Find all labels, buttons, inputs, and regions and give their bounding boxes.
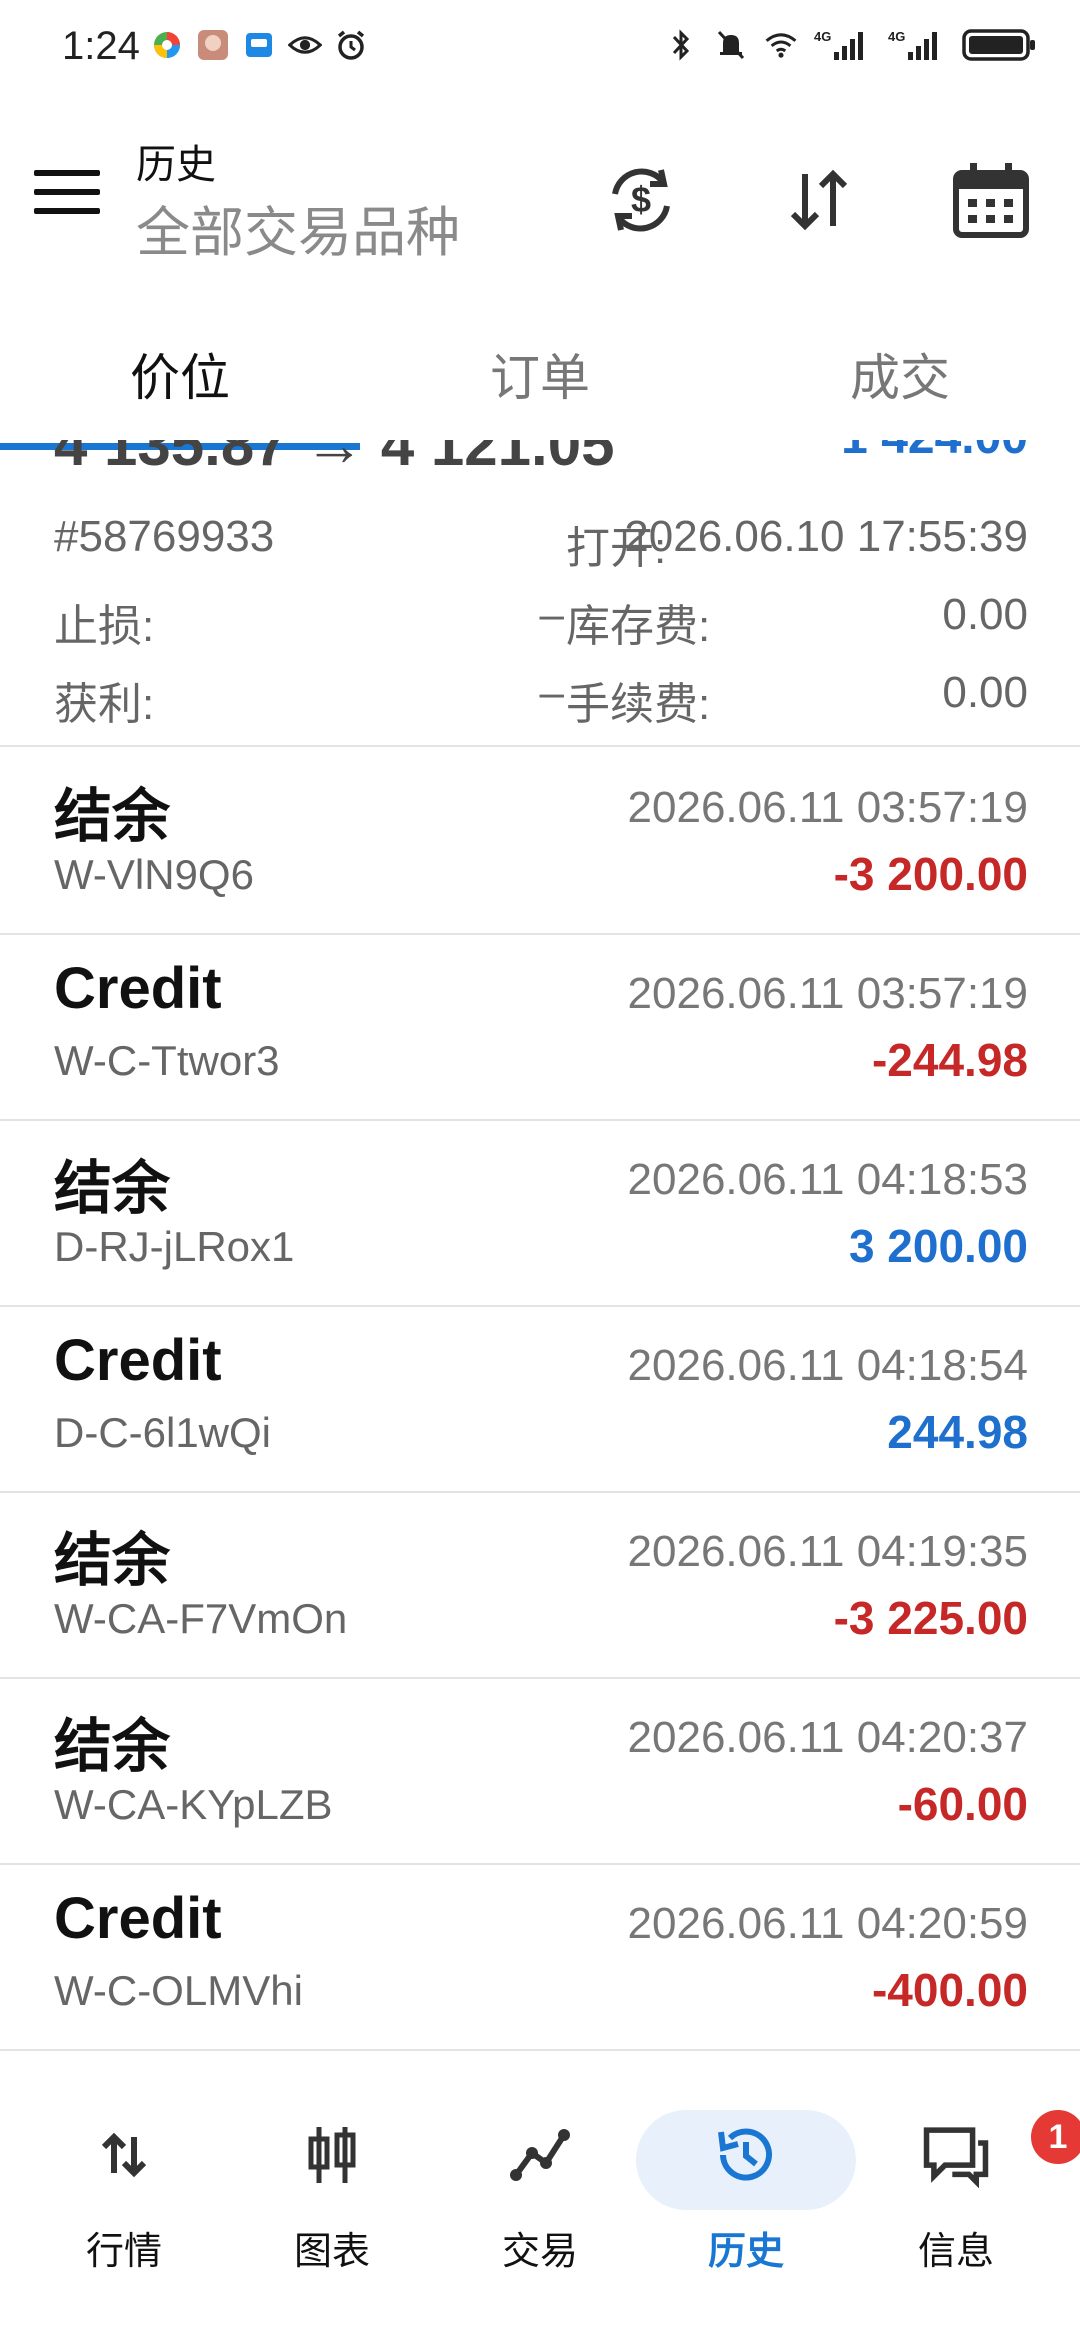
symbol-filter[interactable]: 全部交易品种 (136, 188, 460, 267)
tab-orders[interactable]: 订单 (360, 338, 720, 410)
eye-icon (288, 28, 322, 62)
menu-icon[interactable] (34, 170, 100, 230)
page-title: 历史 (136, 143, 216, 187)
nav-trade[interactable]: 交易 (450, 2120, 630, 2275)
signal-4g-icon: 4G (888, 28, 946, 62)
entry-id: W-C-Ttwor3 (54, 1037, 280, 1084)
app-avatar-icon (196, 28, 230, 62)
entry-amount: -400.00 (871, 1964, 1028, 2016)
entry-prices: 4 135.87 → 4 121.05 (54, 440, 615, 478)
commission-label: 手续费: (566, 680, 711, 729)
app-badge-icon (242, 28, 276, 62)
entry-id: W-CA-KYpLZB (54, 1781, 333, 1828)
entry-amount: -3 200.00 (833, 848, 1028, 900)
commission-value: 0.00 (942, 668, 1028, 717)
entry-id: W-CA-F7VmOn (54, 1595, 348, 1642)
take-profit-row: 获利: – 手续费: 0.00 (54, 668, 1028, 729)
entry-id: W-VlN9Q6 (54, 851, 254, 898)
nav-history[interactable]: 历史 (636, 2110, 856, 2275)
swap-label: 库存费: (566, 602, 711, 651)
trade-line-icon (505, 2120, 575, 2190)
entry-time: 2026.06.11 04:18:53 (627, 1155, 1028, 1204)
take-profit-label: 获利: (54, 680, 155, 729)
entry-time: 2026.06.11 04:20:37 (627, 1713, 1028, 1762)
list-item[interactable]: 结余 W-VlN9Q6 2026.06.11 03:57:19 -3 200.00 (0, 747, 1080, 935)
toolbar: 历史 全部交易品种 $ (0, 110, 1080, 280)
status-left-icons (150, 28, 368, 62)
entry-amount: -60.00 (897, 1778, 1028, 1830)
entry-id: W-C-OLMVhi (54, 1967, 303, 2014)
entry-time: 2026.06.11 04:20:59 (627, 1899, 1028, 1948)
wifi-icon (764, 28, 798, 62)
list-item[interactable]: 结余 W-CA-KYpLZB 2026.06.11 04:20:37 -60.00 (0, 1677, 1080, 1865)
nav-charts[interactable]: 图表 (242, 2120, 422, 2275)
tabs: 价位 订单 成交 (0, 300, 1080, 450)
entry-type: 结余 (54, 784, 171, 849)
entry-time: 2026.06.11 03:57:19 (627, 969, 1028, 1018)
order-row: #58769933 打开: 2026.06.10 17:55:39 (54, 512, 1028, 573)
signal-4g-icon: 4G (814, 28, 872, 62)
svg-text:$: $ (631, 179, 651, 220)
bluetooth-icon (664, 28, 698, 62)
entry-type: Credit (54, 956, 222, 1021)
entry-profit: 1 424.00 (841, 440, 1028, 465)
history-list[interactable]: 4 135.87 → 4 121.05 1 424.00 #58769933 打… (0, 440, 1080, 2060)
status-time: 1:24 (62, 24, 140, 68)
entry-amount: -3 225.00 (833, 1592, 1028, 1644)
take-profit-value: – (539, 668, 564, 717)
nav-label: 历史 (707, 2231, 784, 2273)
list-item[interactable]: Credit W-C-Ttwor3 2026.06.11 03:57:19 -244.… (0, 933, 1080, 1121)
battery-icon (962, 28, 1036, 62)
stop-loss-value: – (539, 590, 564, 639)
nav-quotes[interactable]: 行情 (34, 2120, 214, 2275)
history-clock-icon (711, 2120, 781, 2190)
nav-label: 信息 (917, 2231, 994, 2273)
nav-label: 图表 (293, 2231, 370, 2273)
bottom-nav: 行情 图表 交易 历史 1 信息 (0, 2070, 1080, 2340)
entry-amount: 3 200.00 (848, 1220, 1028, 1272)
entry-type: 结余 (54, 1528, 171, 1593)
list-item-partial[interactable]: 4 135.87 → 4 121.05 1 424.00 #58769933 打… (0, 440, 1080, 747)
entry-id: D-RJ-jLRox1 (54, 1223, 295, 1270)
nav-label: 交易 (501, 2231, 578, 2273)
status-right-icons: 4G 4G (664, 28, 1036, 62)
list-item[interactable]: 结余 D-RJ-jLRox1 2026.06.11 04:18:53 3 200.00 (0, 1119, 1080, 1307)
notification-badge: 1 (1031, 2110, 1080, 2164)
list-item[interactable]: Credit W-C-OLMVhi 2026.06.11 04:20:59 -400.… (0, 1863, 1080, 2051)
entry-time: 2026.06.11 03:57:19 (627, 783, 1028, 832)
entry-type: 结余 (54, 1156, 171, 1221)
tab-deals[interactable]: 成交 (720, 338, 1080, 410)
calendar-icon[interactable] (946, 155, 1036, 245)
sort-icon[interactable] (774, 155, 864, 245)
status-bar: 1:24 4G 4G (0, 0, 1080, 100)
nav-label: 行情 (85, 2231, 162, 2273)
entry-type: Credit (54, 1886, 222, 1951)
list-item[interactable]: Credit D-C-6l1wQi 2026.06.11 04:18:54 244.9… (0, 1305, 1080, 1493)
entry-type: 结余 (54, 1714, 171, 1779)
currency-exchange-icon[interactable]: $ (596, 155, 686, 245)
entry-type: Credit (54, 1328, 222, 1393)
alarm-icon (334, 28, 368, 62)
quotes-arrows-icon (89, 2120, 159, 2190)
tab-positions[interactable]: 价位 (0, 338, 360, 410)
entry-amount: -244.98 (871, 1034, 1028, 1086)
messages-icon: 1 (921, 2110, 1080, 2190)
colorful-pinwheel-icon (150, 28, 184, 62)
entry-id: D-C-6l1wQi (54, 1409, 272, 1456)
stop-loss-label: 止损: (54, 602, 155, 651)
svg-text:4G: 4G (888, 29, 905, 44)
order-id: #58769933 (54, 512, 275, 561)
swap-value: 0.00 (942, 590, 1028, 639)
bell-muted-icon (714, 28, 748, 62)
entry-time: 2026.06.11 04:18:54 (627, 1341, 1028, 1390)
nav-messages[interactable]: 1 信息 (866, 2110, 1080, 2275)
list-item[interactable]: 结余 W-CA-F7VmOn 2026.06.11 04:19:35 -3 225.0… (0, 1491, 1080, 1679)
candlestick-chart-icon (297, 2120, 367, 2190)
stop-loss-row: 止损: – 库存费: 0.00 (54, 590, 1028, 651)
entry-amount: 244.98 (887, 1406, 1028, 1458)
entry-time: 2026.06.11 04:19:35 (627, 1527, 1028, 1576)
open-time: 2026.06.10 17:55:39 (624, 512, 1028, 561)
svg-text:4G: 4G (814, 29, 831, 44)
